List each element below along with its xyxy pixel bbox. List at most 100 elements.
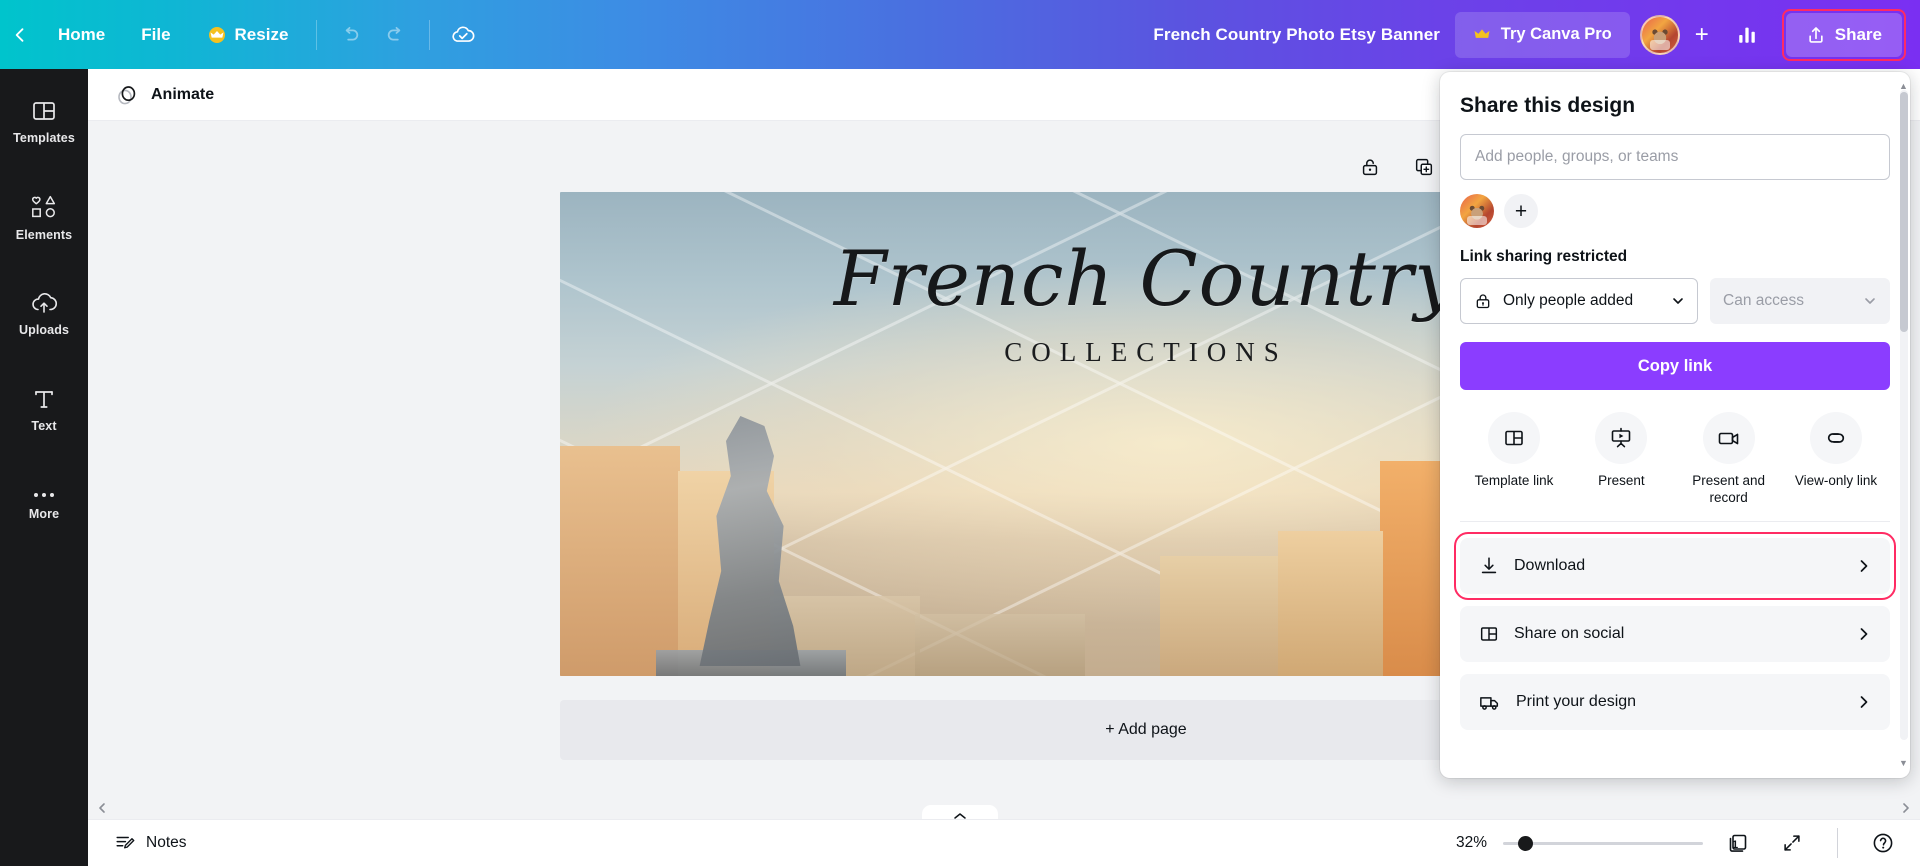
chevron-right-icon [1860, 559, 1868, 572]
share-panel-title: Share this design [1460, 94, 1636, 117]
lock-icon[interactable] [1348, 145, 1392, 189]
uploads-icon [32, 292, 58, 313]
undo-button[interactable] [327, 12, 373, 58]
add-people-input[interactable] [1460, 134, 1890, 180]
bottom-divider [1837, 828, 1838, 858]
sidebar-item-templates[interactable]: Templates [0, 81, 88, 161]
avatar[interactable] [1460, 194, 1494, 228]
animate-label: Animate [151, 85, 215, 103]
resize-button[interactable]: Resize [191, 13, 305, 57]
help-button[interactable] [1864, 824, 1902, 862]
copy-link-label: Copy link [1637, 356, 1713, 375]
access-controls: Only people added Can access [1460, 278, 1890, 324]
back-button[interactable] [0, 0, 40, 69]
file-menu-button[interactable]: File [125, 13, 186, 57]
try-canva-pro-button[interactable]: Try Canva Pro [1454, 11, 1630, 58]
more-icon [34, 492, 54, 497]
chevron-down-icon [1673, 298, 1683, 304]
sidebar-item-uploads[interactable]: Uploads [0, 273, 88, 353]
redo-button[interactable] [373, 12, 419, 58]
share-on-social-label: Share on social [1514, 624, 1625, 642]
resize-label: Resize [234, 24, 289, 44]
try-pro-label: Try Canva Pro [1500, 25, 1612, 43]
zoom-slider-track [1503, 842, 1703, 845]
header-left-group: Home File Resize [0, 0, 486, 69]
share-button[interactable]: Share [1785, 12, 1902, 57]
add-person-button[interactable]: + [1504, 194, 1538, 228]
sidebar-label-elements: Elements [15, 227, 73, 242]
bottom-status-bar: Notes 32% 1 [88, 819, 1920, 866]
templates-icon [33, 101, 55, 120]
text-icon [35, 390, 53, 408]
header-divider-2 [429, 19, 431, 50]
scroll-left-arrow [99, 803, 105, 813]
scroll-up-arrow[interactable]: ▲ [1899, 82, 1908, 91]
link-sharing-status: Link sharing restricted [1460, 248, 1628, 265]
access-audience-select[interactable]: Only people added [1460, 278, 1698, 324]
notes-button[interactable]: Notes [102, 825, 199, 861]
plus-label: + [1694, 20, 1709, 48]
share-button-highlight: Share [1781, 8, 1906, 61]
chevron-right-icon [1860, 627, 1868, 640]
animate-icon [118, 85, 136, 104]
expand-icon [1784, 835, 1800, 851]
horizontal-scrollbar[interactable] [88, 797, 1920, 819]
current-page-number: 1 [1732, 839, 1739, 851]
crown-icon [207, 26, 227, 43]
crown-icon-pro [1473, 27, 1493, 43]
home-label: Home [58, 24, 106, 44]
sidebar-item-elements[interactable]: Elements [0, 177, 88, 257]
people-list: + [1460, 194, 1890, 228]
sidebar-item-text[interactable]: Text [0, 369, 88, 449]
sidebar-label-uploads: Uploads [18, 322, 69, 337]
print-your-design-menu-row[interactable]: Print your design [1460, 673, 1890, 730]
quick-action-label: Present and record [1692, 473, 1766, 505]
invite-members-button[interactable]: + [1684, 17, 1720, 53]
page-manager-button[interactable]: 1 [1719, 824, 1757, 862]
bottom-right-controls: 32% 1 [1443, 824, 1920, 862]
share-design-panel: Share this design + Link sharing restric… [1440, 72, 1910, 778]
quick-action-template-link[interactable]: Template link [1462, 412, 1566, 507]
avatar[interactable] [1639, 14, 1680, 55]
quick-actions-row: Template link Present Present and record [1460, 390, 1890, 522]
zoom-slider-knob[interactable] [1517, 836, 1533, 851]
notes-label: Notes [146, 834, 187, 851]
sidebar-item-more[interactable]: More [0, 465, 88, 545]
add-person-label: + [1514, 199, 1528, 223]
cloud-saved-icon[interactable] [440, 12, 486, 58]
sidebar-label-templates: Templates [13, 130, 75, 145]
quick-action-label: View-only link [1794, 473, 1878, 488]
copy-link-button[interactable]: Copy link [1460, 342, 1890, 390]
design-title[interactable]: French Country Photo Etsy Banner [1143, 19, 1450, 51]
quick-action-view-only-link[interactable]: View-only link [1784, 412, 1888, 507]
share-panel-body: Share this design + Link sharing restric… [1440, 72, 1910, 778]
share-icon [1809, 26, 1823, 43]
header-divider-1 [316, 19, 318, 50]
top-header-bar: Home File Resize French Country Photo Et… [0, 0, 1920, 69]
chevron-right-icon [1860, 695, 1868, 708]
quick-action-present-and-record[interactable]: Present and record [1677, 412, 1781, 507]
print-your-design-label: Print your design [1516, 692, 1637, 710]
access-level-select[interactable]: Can access [1710, 278, 1890, 324]
insights-button[interactable] [1724, 12, 1770, 58]
lock-icon [1476, 294, 1490, 309]
home-button[interactable]: Home [42, 13, 121, 57]
zoom-slider[interactable] [1503, 832, 1703, 854]
header-right-group: Try Canva Pro + Share [1454, 0, 1920, 69]
share-panel-scrollbar[interactable]: ▲ ▼ [1899, 82, 1908, 768]
fullscreen-button[interactable] [1773, 824, 1811, 862]
share-social-icon [1480, 627, 1498, 641]
present-icon [1595, 412, 1648, 464]
view-only-link-icon [1809, 412, 1862, 464]
download-label: Download [1514, 556, 1586, 574]
quick-action-label: Template link [1474, 473, 1554, 488]
quick-action-present[interactable]: Present [1569, 412, 1673, 507]
sidebar-label-text: Text [31, 418, 57, 433]
share-label: Share [1834, 24, 1882, 44]
file-label: File [141, 24, 171, 44]
animate-button[interactable]: Animate [108, 76, 226, 114]
download-menu-row[interactable]: Download [1454, 531, 1896, 600]
help-icon [1873, 833, 1893, 853]
share-on-social-menu-row[interactable]: Share on social [1460, 605, 1890, 662]
scroll-down-arrow[interactable]: ▼ [1899, 759, 1908, 768]
